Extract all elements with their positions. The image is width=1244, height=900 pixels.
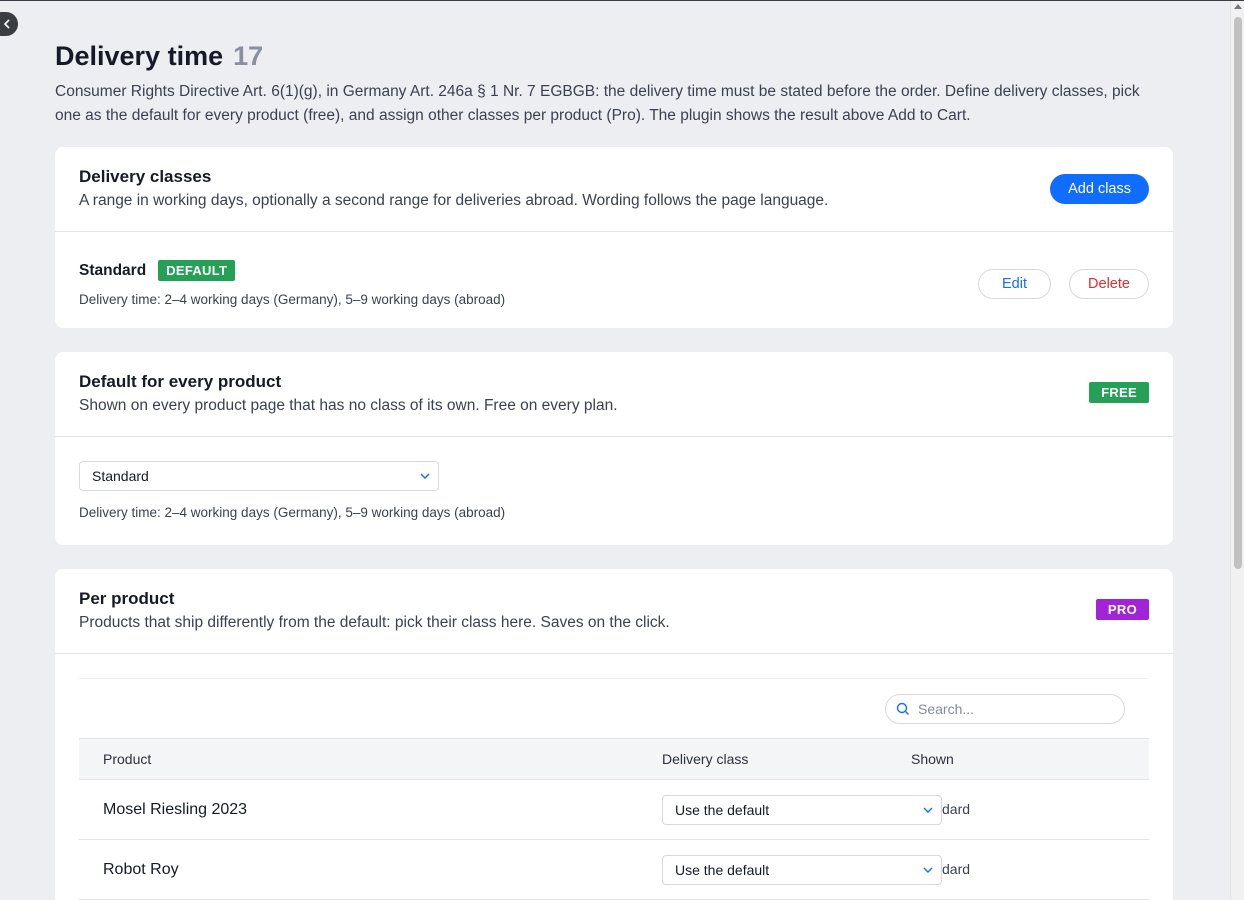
default-product-header: Default for every product Shown on every… <box>55 352 1173 437</box>
delivery-class-select[interactable]: Use the default <box>662 854 942 885</box>
class-description: Delivery time: 2–4 working days (Germany… <box>79 292 506 307</box>
page-scrollbar[interactable] <box>1230 1 1244 900</box>
table-row: Mosel Riesling 2023 Use the default dard <box>79 780 1149 840</box>
search-input[interactable]: Search... <box>885 694 1125 724</box>
search-icon <box>896 702 909 715</box>
column-header-shown: Shown <box>911 751 954 767</box>
page-count: 17 <box>233 41 264 71</box>
chevron-left-icon <box>3 19 10 29</box>
class-name: Standard <box>79 261 147 279</box>
card-title: Default for every product <box>79 372 282 391</box>
shown-value: dard <box>942 860 971 877</box>
class-row-standard: Standard DEFAULT Delivery time: 2–4 work… <box>55 232 1173 331</box>
table-header: Product Delivery class Shown <box>79 738 1149 780</box>
chevron-down-icon <box>420 473 430 479</box>
delivery-class-select[interactable]: Use the default <box>662 794 942 825</box>
page-intro: Consumer Rights Directive Art. 6(1)(g), … <box>55 83 1140 124</box>
per-product-card: Per product Products that ship different… <box>55 569 1173 900</box>
search-placeholder: Search... <box>918 701 975 717</box>
scrollbar-thumb[interactable] <box>1234 17 1242 569</box>
free-badge: FREE <box>1089 382 1149 403</box>
pro-badge: PRO <box>1095 599 1149 620</box>
select-value: Use the default <box>675 801 770 818</box>
delivery-classes-header: Delivery classes A range in working days… <box>55 147 1173 232</box>
table-row: Robot Roy Use the default dard <box>79 840 1149 900</box>
table-toolbar: Search... <box>79 678 1149 738</box>
default-class-select[interactable]: Standard <box>79 461 439 491</box>
delete-class-button[interactable]: Delete <box>1069 268 1149 299</box>
select-value: Use the default <box>675 861 770 878</box>
page-title: Delivery time <box>55 41 224 71</box>
card-title: Delivery classes <box>79 167 212 186</box>
product-name: Robot Roy <box>103 860 179 878</box>
default-product-card: Default for every product Shown on every… <box>55 352 1173 545</box>
card-subtitle: Products that ship differently from the … <box>79 614 670 631</box>
column-header-delivery-class: Delivery class <box>662 751 749 767</box>
column-header-product: Product <box>103 751 152 767</box>
shown-value: dard <box>942 800 971 817</box>
card-subtitle: Shown on every product page that has no … <box>79 397 618 414</box>
edit-class-button[interactable]: Edit <box>978 268 1051 299</box>
card-subtitle: A range in working days, optionally a se… <box>79 192 829 209</box>
default-description: Delivery time: 2–4 working days (Germany… <box>79 505 506 520</box>
product-name: Mosel Riesling 2023 <box>103 800 248 818</box>
select-value: Standard <box>92 468 149 484</box>
default-badge: DEFAULT <box>158 260 236 281</box>
page-header: Delivery time 17 <box>55 41 1173 72</box>
page-content: Delivery time 17 Consumer Rights Directi… <box>55 41 1173 900</box>
per-product-header: Per product Products that ship different… <box>55 569 1173 654</box>
sidebar-collapse-button[interactable] <box>0 12 18 36</box>
delivery-classes-card: Delivery classes A range in working days… <box>55 147 1173 328</box>
card-title: Per product <box>79 589 175 608</box>
scroll-up-arrow[interactable] <box>1234 4 1242 9</box>
add-class-button[interactable]: Add class <box>1050 174 1149 204</box>
